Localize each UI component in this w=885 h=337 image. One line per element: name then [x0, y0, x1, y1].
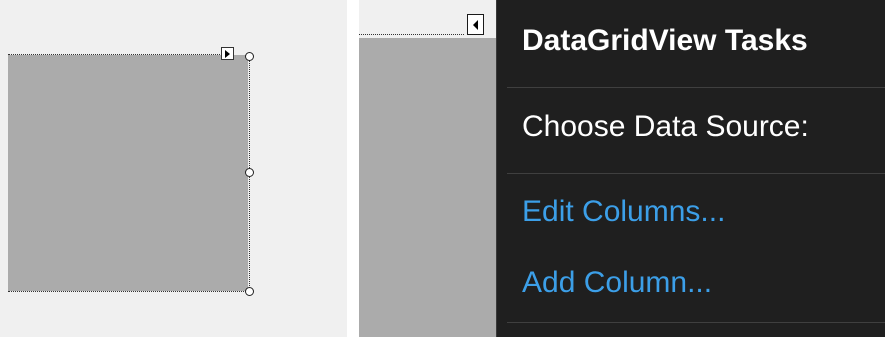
choose-data-source-label: Choose Data Source: [522, 110, 809, 143]
resize-handle-top-right[interactable] [245, 52, 254, 61]
popup-divider [507, 87, 885, 88]
triangle-left-icon [473, 19, 478, 30]
selection-border-top [359, 34, 464, 35]
designer-surface-expanded: DataGridView Tasks Choose Data Source: E… [359, 0, 885, 337]
popup-divider [507, 173, 885, 174]
datagridview-control[interactable] [359, 38, 496, 337]
image-gutter [347, 0, 359, 337]
selection-border-bottom [8, 291, 248, 292]
selection-border-top [8, 54, 222, 55]
edit-columns-link[interactable]: Edit Columns... [522, 195, 725, 229]
smart-tag-button[interactable] [221, 47, 234, 60]
popup-title: DataGridView Tasks [522, 24, 808, 57]
add-column-link[interactable]: Add Column... [522, 266, 712, 300]
popup-divider [507, 322, 885, 323]
resize-handle-bottom-right[interactable] [245, 287, 254, 296]
designer-surface-collapsed [0, 0, 347, 337]
smart-tag-button-open[interactable] [467, 14, 484, 35]
tasks-popup: DataGridView Tasks Choose Data Source: E… [496, 0, 885, 337]
triangle-right-icon [225, 49, 230, 58]
datagridview-control[interactable] [8, 55, 248, 291]
resize-handle-right[interactable] [245, 168, 254, 177]
